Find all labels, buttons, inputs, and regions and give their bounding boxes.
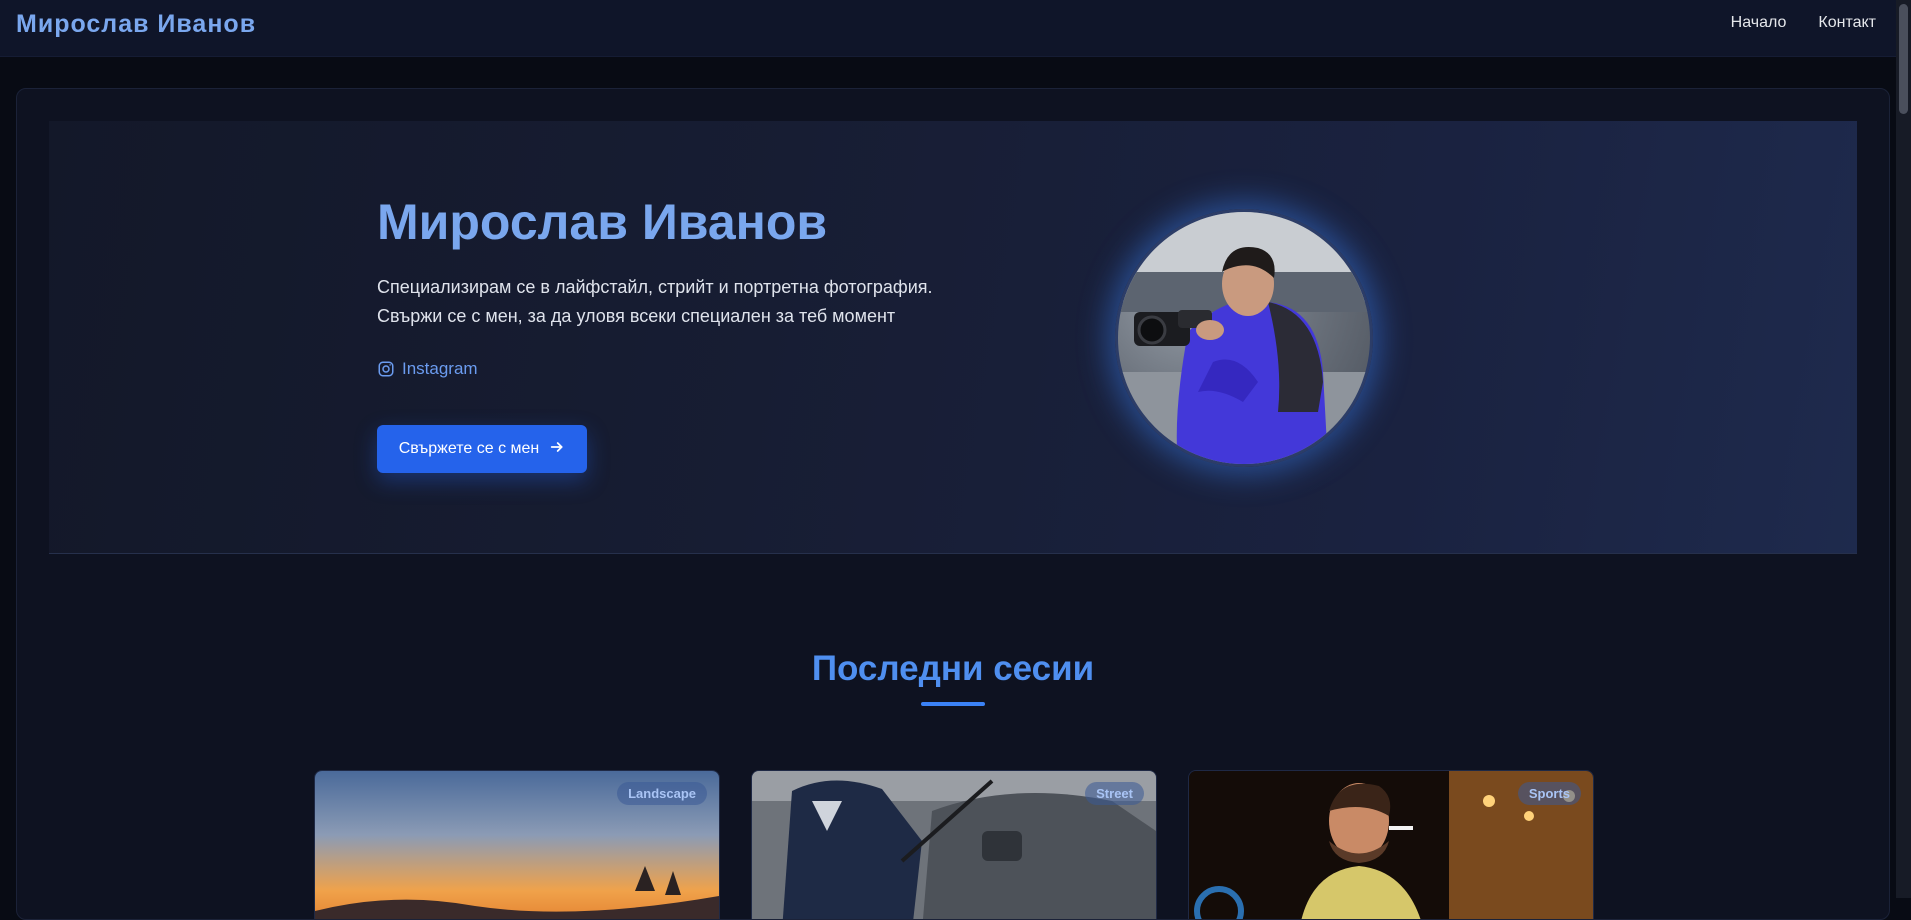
scrollbar-thumb[interactable] bbox=[1899, 4, 1908, 114]
hero-section: Мирослав Иванов Специализирам се в лайфс… bbox=[49, 121, 1857, 554]
nav-link-home[interactable]: Начало bbox=[1731, 14, 1787, 32]
hero-description-line-2: Свържи се с мен, за да уловя всеки специ… bbox=[377, 306, 896, 326]
session-tag-street: Street bbox=[1085, 782, 1144, 805]
instagram-label: Instagram bbox=[402, 359, 478, 378]
hero-description: Специализирам се в лайфстайл, стрийт и п… bbox=[377, 273, 997, 331]
nav-links: Начало Контакт bbox=[1731, 14, 1876, 32]
hero-description-line-1: Специализирам се в лайфстайл, стрийт и п… bbox=[377, 277, 933, 297]
session-tag-sports: Sports bbox=[1517, 782, 1581, 805]
profile-avatar bbox=[1115, 209, 1373, 467]
photographer-portrait-icon bbox=[1118, 212, 1370, 464]
instagram-link[interactable]: Instagram bbox=[377, 359, 478, 379]
session-tag-landscape: Landscape bbox=[617, 782, 707, 805]
contact-me-button[interactable]: Свържете се с мен bbox=[377, 425, 587, 473]
page-scrollbar[interactable] bbox=[1896, 0, 1911, 898]
arrow-right-icon bbox=[549, 439, 565, 460]
main-content: Мирослав Иванов Специализирам се в лайфс… bbox=[16, 88, 1890, 920]
instagram-icon bbox=[377, 360, 395, 378]
top-navbar: Мирослав Иванов Начало Контакт bbox=[0, 0, 1896, 57]
nav-link-contact[interactable]: Контакт bbox=[1818, 14, 1876, 32]
contact-me-label: Свържете се с мен bbox=[398, 440, 540, 457]
hero-title: Мирослав Иванов bbox=[377, 194, 828, 250]
sessions-title-underline bbox=[921, 702, 985, 706]
sessions-title: Последни сесии bbox=[811, 649, 1095, 688]
brand-logo[interactable]: Мирослав Иванов bbox=[16, 10, 256, 39]
